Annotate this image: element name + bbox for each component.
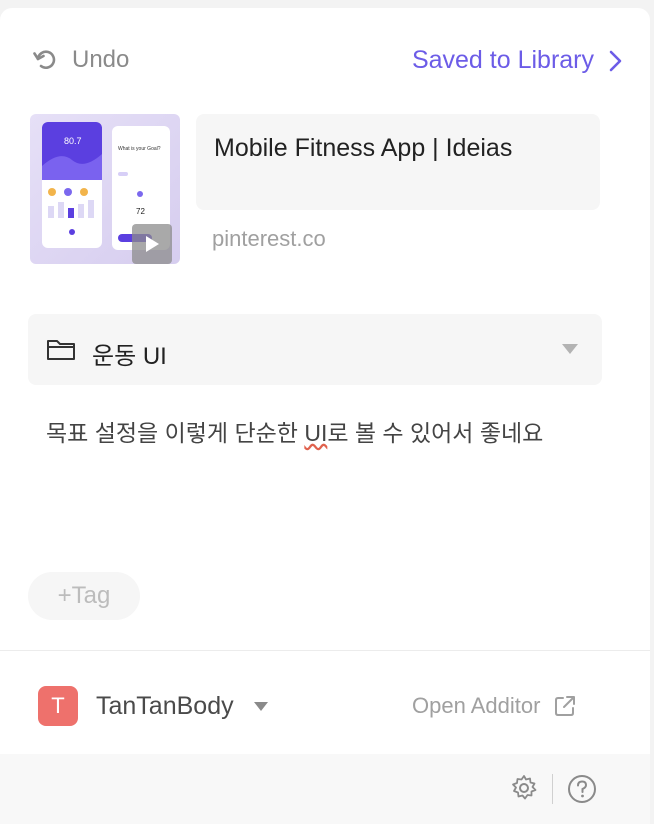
additor-panel: Undo Saved to Library 80.7 What is your … (0, 8, 650, 824)
pin-title-field[interactable]: Mobile Fitness App | Ideias (196, 114, 600, 210)
open-additor-label: Open Additor (412, 693, 541, 718)
pin-thumbnail[interactable]: 80.7 What is your Goal? 72 (30, 114, 180, 264)
gear-icon[interactable] (510, 774, 538, 802)
thumb-number-text: 72 (136, 207, 145, 216)
folder-select[interactable]: 운동 UI (28, 314, 602, 385)
undo-button[interactable]: Undo (32, 46, 129, 74)
thumb-question-text: What is your Goal? (118, 146, 161, 152)
divider (0, 650, 650, 651)
thumb-value-text: 80.7 (64, 136, 82, 146)
help-icon[interactable] (567, 774, 597, 804)
caret-down-icon (253, 701, 268, 711)
note-text-after: 로 볼 수 있어서 좋네요 (327, 420, 544, 446)
note-text-before: 목표 설정을 이렇게 단순한 (46, 420, 305, 446)
play-icon (146, 236, 159, 252)
note-misspelled-word: UI (304, 420, 328, 446)
pin-source: pinterest.co (212, 226, 326, 251)
top-bar: Undo Saved to Library (0, 8, 650, 98)
saved-label: Saved to Library (411, 46, 594, 74)
pin-title: Mobile Fitness App | Ideias (214, 134, 513, 162)
note-text[interactable]: 목표 설정을 이렇게 단순한 UI로 볼 수 있어서 좋네요 (46, 414, 543, 448)
add-tag-button[interactable]: +Tag (28, 572, 140, 620)
footer-separator (552, 774, 553, 804)
account-name: TanTanBody (96, 691, 234, 720)
account-selector[interactable]: T TanTanBody (38, 686, 268, 726)
saved-to-library-link[interactable]: Saved to Library (411, 46, 622, 75)
chevron-right-icon (609, 50, 622, 72)
folder-name: 운동 UI (92, 343, 167, 370)
folder-icon (47, 340, 75, 360)
open-additor-link[interactable]: Open Additor (412, 693, 576, 719)
external-link-icon (555, 696, 576, 716)
undo-label: Undo (72, 46, 130, 73)
caret-down-icon (562, 344, 578, 354)
undo-icon (33, 50, 56, 69)
avatar: T (38, 686, 78, 726)
video-play-badge[interactable] (132, 224, 172, 264)
